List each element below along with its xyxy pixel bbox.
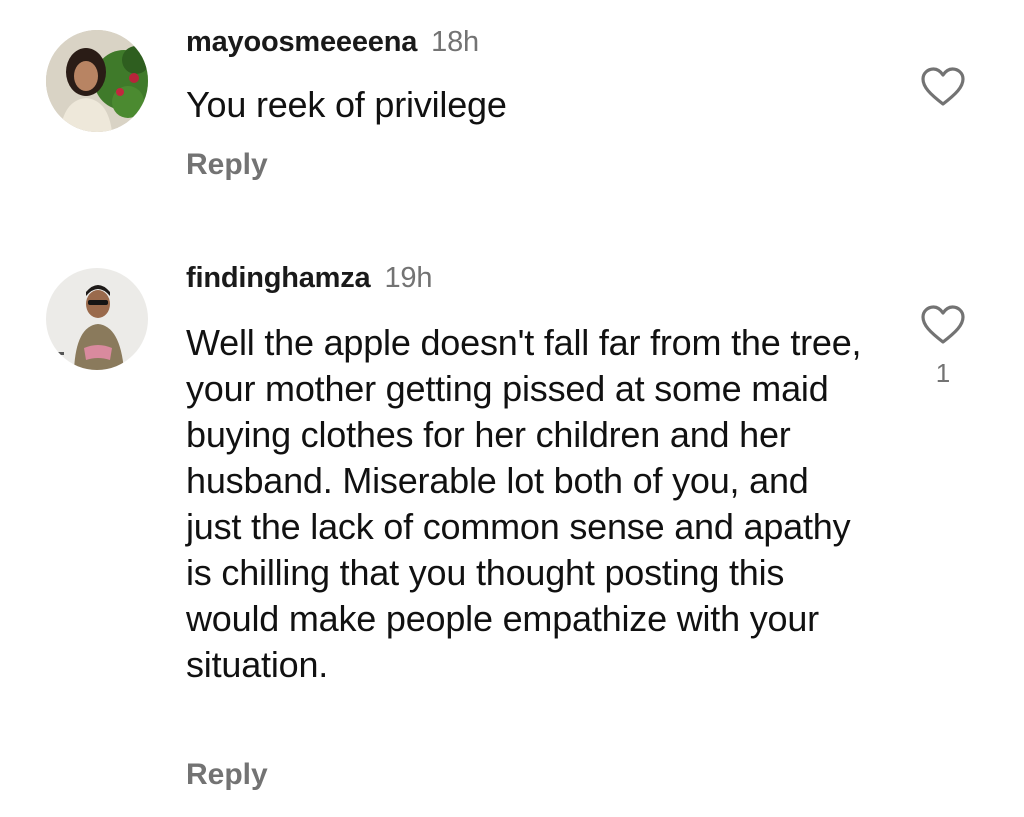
username-text[interactable]: findinghamza (186, 262, 371, 294)
like-button[interactable] (916, 66, 970, 108)
comment-timestamp: 19h (384, 262, 433, 294)
comment-timestamp: 18h (431, 26, 479, 58)
comment-username[interactable]: mayoosmeeeena 18h (186, 26, 479, 59)
comment-item: mayoosmeeeena 18h You reek of privilege R… (0, 0, 1024, 230)
comment-text: Well the apple doesn't fall far from the… (186, 322, 862, 685)
comment-item: findinghamza 19h Well the apple doesn't f… (0, 230, 1024, 817)
reply-button[interactable]: Reply (186, 758, 268, 792)
comment-username[interactable]: findinghamza 19h (186, 262, 432, 295)
reply-button[interactable]: Reply (186, 148, 268, 182)
avatar[interactable] (46, 268, 148, 370)
comment-text: You reek of privilege (186, 84, 507, 125)
avatar[interactable] (46, 30, 148, 132)
avatar-image (46, 30, 148, 132)
like-button[interactable]: 1 (916, 304, 970, 389)
like-count: 1 (935, 358, 951, 388)
heart-outline-icon[interactable] (920, 304, 966, 346)
username-text[interactable]: mayoosmeeeena (186, 26, 417, 58)
avatar-image (46, 268, 148, 370)
heart-outline-icon[interactable] (920, 66, 966, 108)
